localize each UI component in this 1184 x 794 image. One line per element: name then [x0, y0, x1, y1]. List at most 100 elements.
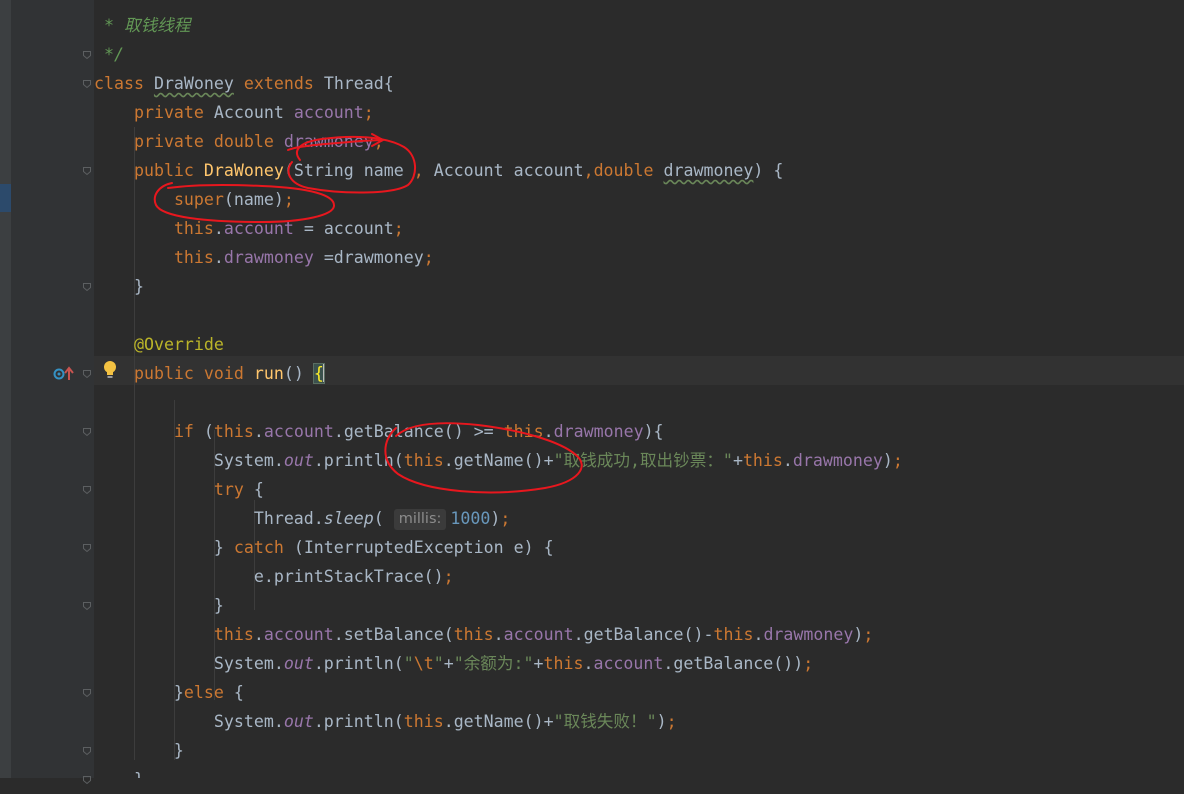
code-token: . [213, 219, 224, 238]
fold-icon[interactable] [82, 282, 92, 292]
code-line[interactable]: this.account.setBalance(this.account.get… [94, 620, 873, 649]
code-token: this [213, 625, 254, 644]
code-line[interactable]: this.account = account; [94, 214, 404, 243]
fold-icon[interactable] [82, 79, 92, 89]
code-line[interactable]: System.out.println(this.getName()+"取钱失败！… [94, 707, 677, 736]
code-token: ) { [753, 161, 784, 180]
code-token: account [503, 625, 574, 644]
code-token: */ [94, 45, 124, 64]
code-line[interactable]: e.printStackTrace(); [94, 562, 454, 591]
line-number [11, 388, 51, 417]
line-number [11, 446, 51, 475]
fold-icon[interactable] [82, 688, 92, 698]
editor-gutter[interactable] [11, 0, 94, 785]
line-number [11, 765, 51, 794]
code-line[interactable]: public DraWoney(String name , Account ac… [94, 156, 783, 185]
fold-icon[interactable] [82, 485, 92, 495]
fold-icon[interactable] [82, 166, 92, 176]
code-token: } [94, 277, 144, 296]
code-line[interactable]: } [94, 736, 184, 765]
line-number [11, 98, 51, 127]
line-number [11, 156, 51, 185]
code-token: e.printStackTrace() [94, 567, 444, 586]
code-token: ; [373, 132, 384, 151]
code-token: Account account [433, 161, 584, 180]
code-token: System. [94, 712, 284, 731]
code-token: } [94, 683, 184, 702]
code-line[interactable]: } [94, 272, 144, 301]
fold-icon[interactable] [82, 543, 92, 553]
code-token: ; [443, 567, 454, 586]
code-line[interactable]: class DraWoney extends Thread{ [94, 69, 394, 98]
code-token: ( [203, 422, 214, 441]
code-token: "取钱成功,取出钞票：" [553, 451, 733, 470]
fold-icon[interactable] [82, 601, 92, 611]
code-line[interactable]: this.drawmoney =drawmoney; [94, 243, 434, 272]
code-token: System. [94, 654, 284, 673]
line-number [11, 620, 51, 649]
lightbulb-icon[interactable] [103, 360, 117, 380]
line-number [11, 11, 51, 40]
code-token: private [133, 103, 214, 122]
fold-icon[interactable] [82, 775, 92, 785]
code-token: "取钱失败！" [553, 712, 657, 731]
code-line[interactable]: private Account account; [94, 98, 374, 127]
code-token: double [593, 161, 664, 180]
code-token: ; [863, 625, 874, 644]
code-token: this [403, 712, 444, 731]
code-line[interactable]: @Override [94, 330, 224, 359]
line-number [11, 707, 51, 736]
code-token: + [443, 654, 454, 673]
code-token: this [173, 219, 214, 238]
code-token: super [173, 190, 224, 209]
code-token: =drawmoney [313, 248, 424, 267]
tool-window-strip [0, 0, 11, 778]
code-line[interactable]: private double drawmoney; [94, 127, 384, 156]
fold-icon[interactable] [82, 50, 92, 60]
code-token: sleep [323, 509, 374, 528]
code-token: (InterruptedException e) { [293, 538, 554, 557]
code-line[interactable]: } [94, 591, 224, 620]
code-token: } [94, 770, 144, 778]
code-token: private double [133, 132, 284, 151]
code-line[interactable]: if (this.account.getBalance() >= this.dr… [94, 417, 664, 446]
code-token: + [533, 654, 544, 673]
code-token: public [133, 161, 204, 180]
code-line[interactable]: } catch (InterruptedException e) { [94, 533, 554, 562]
code-token: Thread{ [323, 74, 394, 93]
fold-icon[interactable] [82, 746, 92, 756]
code-token: System. [94, 451, 284, 470]
code-line[interactable]: Thread.sleep( millis: 1000); [94, 504, 510, 533]
code-token: ) [853, 625, 864, 644]
code-line[interactable]: public void run() { [94, 359, 325, 388]
code-line[interactable]: } [94, 765, 144, 778]
code-token: . [253, 625, 264, 644]
code-line[interactable]: }else { [94, 678, 244, 707]
line-number [11, 127, 51, 156]
code-token: account [263, 625, 334, 644]
override-gutter-icon[interactable] [53, 366, 77, 382]
code-token: . [753, 625, 764, 644]
code-line[interactable]: try { [94, 475, 264, 504]
fold-icon[interactable] [82, 369, 92, 379]
code-token: .getBalance() >= [333, 422, 504, 441]
code-token: out [283, 654, 314, 673]
code-token: this [503, 422, 544, 441]
code-token: catch [233, 538, 294, 557]
code-line[interactable]: super(name); [94, 185, 294, 214]
code-editor[interactable]: * 取钱线程 */class DraWoney extends Thread{ … [94, 0, 1184, 778]
fold-icon[interactable] [82, 427, 92, 437]
code-token: .getBalance()- [573, 625, 714, 644]
code-token: (String name [283, 161, 414, 180]
code-token: drawmoney [663, 161, 754, 180]
code-line[interactable]: * 取钱线程 [94, 11, 190, 40]
code-token: if [173, 422, 204, 441]
code-line[interactable]: System.out.println(this.getName()+"取钱成功,… [94, 446, 903, 475]
code-line[interactable]: */ [94, 40, 124, 69]
code-token: { [233, 683, 244, 702]
line-number [11, 214, 51, 243]
code-line[interactable]: System.out.println("\t"+"余额为:"+this.acco… [94, 649, 813, 678]
